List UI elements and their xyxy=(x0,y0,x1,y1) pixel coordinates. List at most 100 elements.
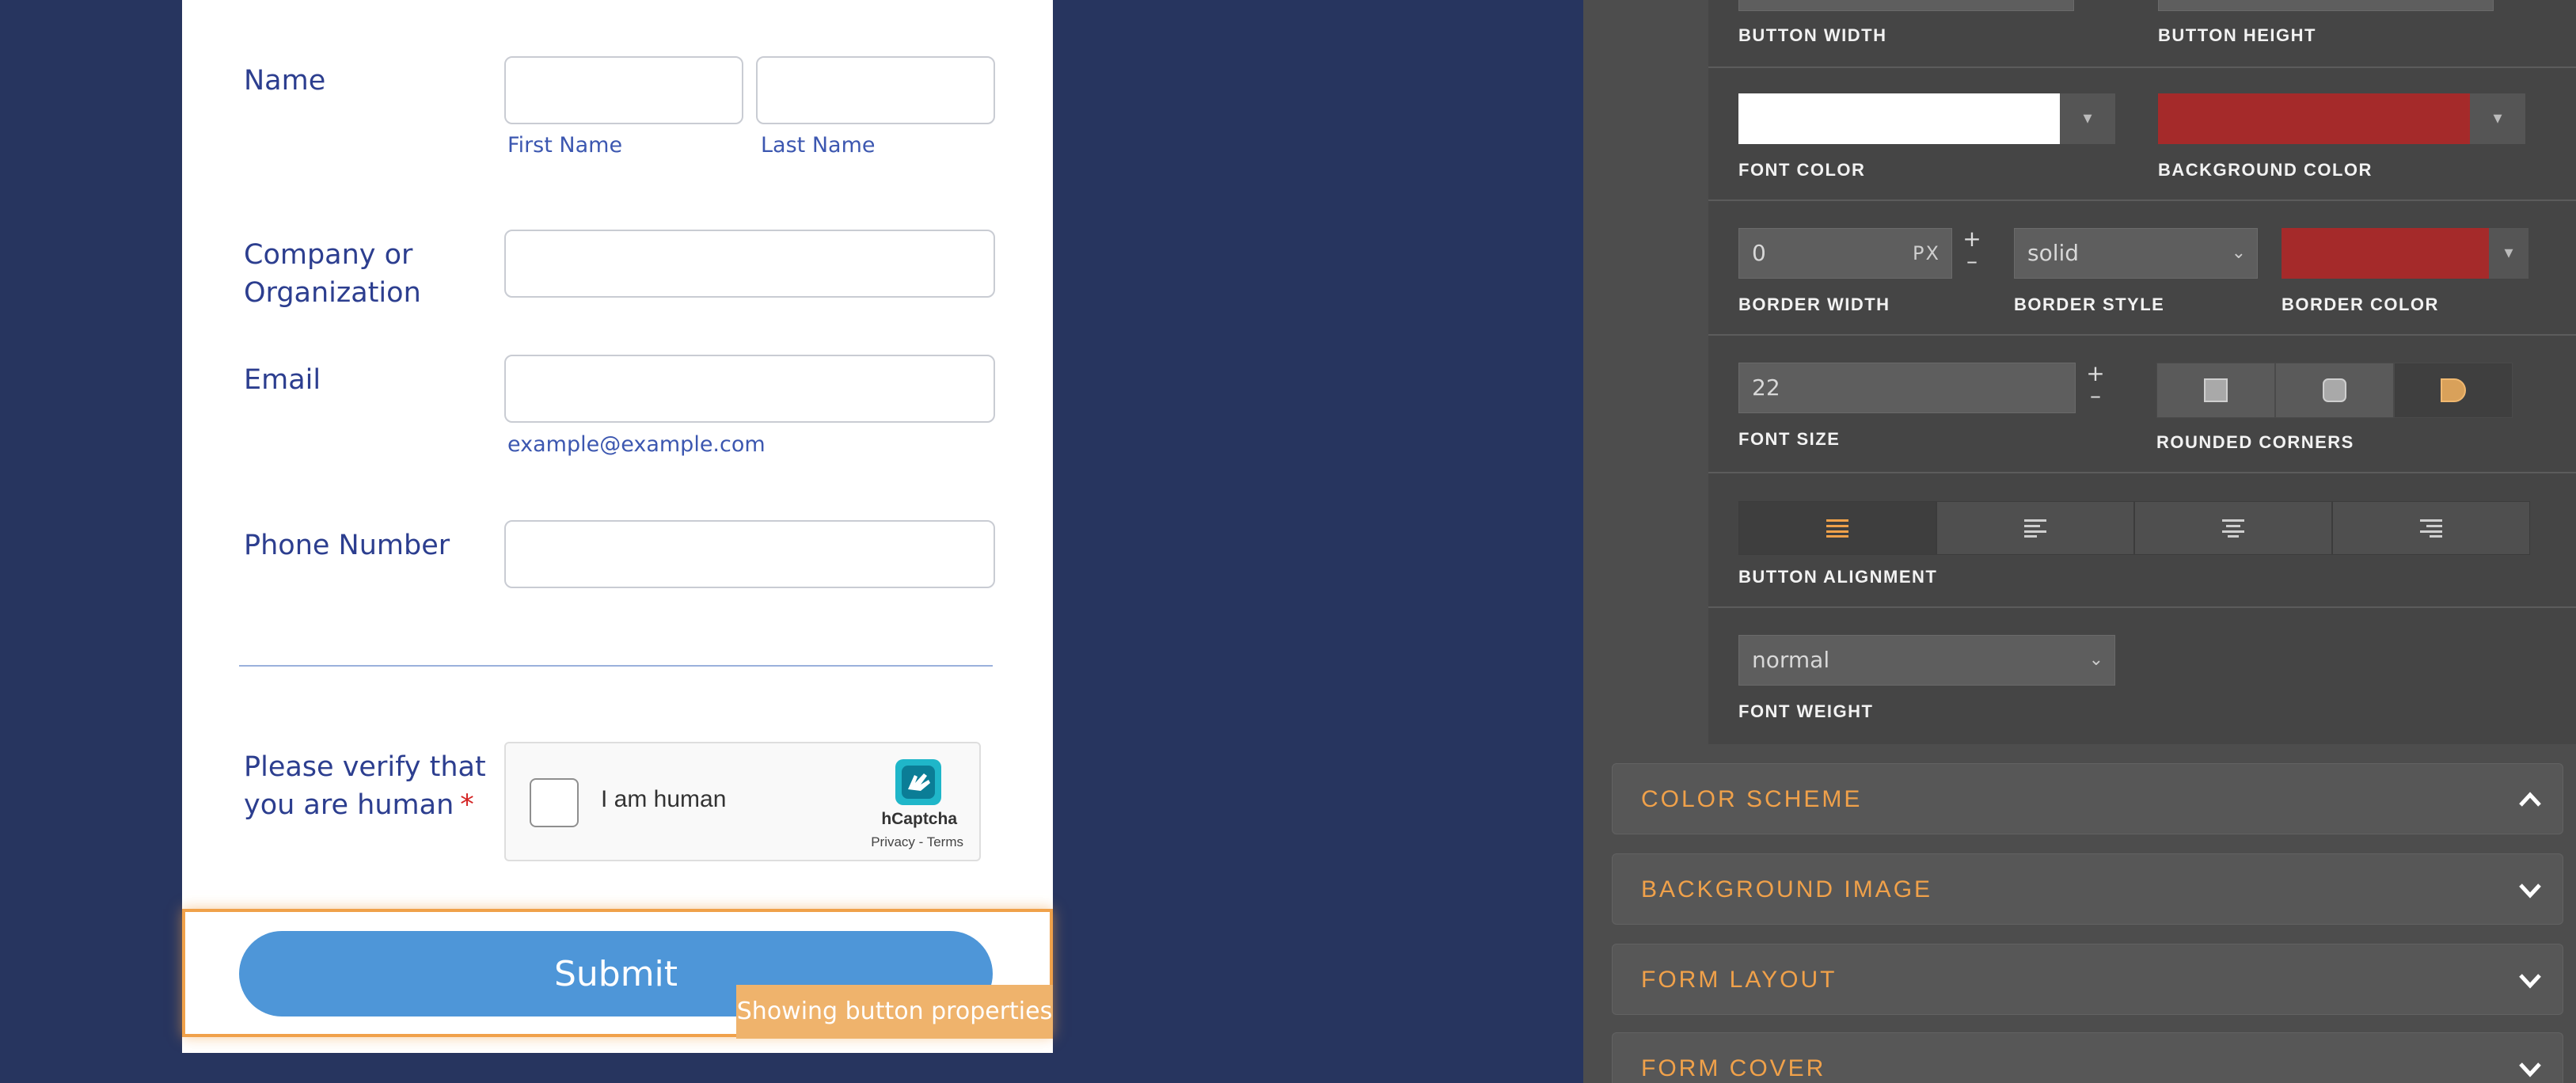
pill-corner-icon xyxy=(2441,378,2466,402)
required-asterisk: * xyxy=(460,789,474,821)
font-size-value: 22 xyxy=(1752,374,1780,401)
row-separator xyxy=(1708,200,2576,201)
font-color-label: FONT COLOR xyxy=(1738,160,1866,180)
align-justify-icon xyxy=(1826,519,1848,538)
row-separator xyxy=(1708,334,2576,336)
company-label-line1: Company or xyxy=(244,239,413,271)
verify-label-line2-text: you are human xyxy=(244,789,454,821)
chevron-down-icon xyxy=(2519,884,2541,899)
section-form-layout[interactable]: FORM LAYOUT xyxy=(1612,944,2563,1015)
align-auto-button[interactable] xyxy=(1738,501,1936,555)
section-background-image[interactable]: BACKGROUND IMAGE xyxy=(1612,853,2563,925)
border-width-value: 0 xyxy=(1752,240,1766,266)
properties-panel: BUTTON WIDTH BUTTON HEIGHT ▾ ▾ FONT COLO… xyxy=(1583,0,2576,1083)
chevron-up-icon xyxy=(2519,792,2541,807)
button-alignment-label: BUTTON ALIGNMENT xyxy=(1738,567,1938,587)
button-height-label: BUTTON HEIGHT xyxy=(2158,25,2316,45)
company-label-line2: Organization xyxy=(244,277,421,309)
first-name-sublabel: First Name xyxy=(507,133,623,158)
border-color-swatch[interactable] xyxy=(2282,228,2489,279)
align-left-icon xyxy=(2024,519,2046,538)
font-weight-label: FONT WEIGHT xyxy=(1738,701,1874,721)
section-form-cover[interactable]: FORM COVER xyxy=(1612,1032,2563,1083)
border-width-label: BORDER WIDTH xyxy=(1738,294,1890,314)
increment-icon[interactable]: + xyxy=(2076,363,2115,385)
font-size-stepper[interactable]: + – xyxy=(2076,363,2115,413)
px-unit-label: PX xyxy=(1913,242,1940,264)
button-properties-tooltip: Showing button properties xyxy=(736,985,1053,1039)
section-title: FORM COVER xyxy=(1641,1055,1826,1081)
form-divider xyxy=(239,665,993,667)
button-properties-group: BUTTON WIDTH BUTTON HEIGHT ▾ ▾ FONT COLO… xyxy=(1708,0,2576,744)
background-color-label: BACKGROUND COLOR xyxy=(2158,160,2373,180)
corner-pill-button[interactable] xyxy=(2394,363,2513,418)
email-label: Email xyxy=(244,364,321,396)
align-right-icon xyxy=(2420,519,2442,538)
chevron-down-icon: ▾ xyxy=(2504,243,2513,263)
company-label: Company or Organization xyxy=(244,236,421,312)
row-separator xyxy=(1708,472,2576,473)
border-style-select[interactable]: solid ⌄ xyxy=(2014,228,2258,279)
first-name-input[interactable] xyxy=(504,56,743,124)
email-sublabel: example@example.com xyxy=(507,432,766,457)
border-style-label: BORDER STYLE xyxy=(2014,294,2165,314)
section-title: COLOR SCHEME xyxy=(1641,786,1863,812)
captcha-checkbox-label: I am human xyxy=(601,786,727,812)
hcaptcha-widget: I am human hCaptcha Privacy - Terms xyxy=(504,742,981,861)
rounded-corner-icon xyxy=(2323,378,2346,402)
captcha-brand: hCaptcha xyxy=(881,810,957,828)
email-input[interactable] xyxy=(504,355,995,423)
button-height-input[interactable] xyxy=(2158,0,2494,11)
chevron-down-icon: ▾ xyxy=(2083,108,2092,128)
border-style-value: solid xyxy=(2027,240,2080,266)
row-separator xyxy=(1708,66,2576,68)
chevron-down-icon: ⌄ xyxy=(2088,650,2103,670)
align-center-button[interactable] xyxy=(2134,501,2332,555)
submit-button-section[interactable]: Submit Showing button properties xyxy=(182,909,1053,1039)
button-width-input[interactable] xyxy=(1738,0,2074,11)
font-color-swatch[interactable] xyxy=(1738,93,2060,144)
verify-label-line1: Please verify that xyxy=(244,751,486,783)
company-input[interactable] xyxy=(504,230,995,298)
chevron-down-icon xyxy=(2519,974,2541,989)
align-right-button[interactable] xyxy=(2332,501,2530,555)
font-size-label: FONT SIZE xyxy=(1738,429,1841,449)
captcha-privacy-terms-links[interactable]: Privacy - Terms xyxy=(871,834,963,850)
chevron-down-icon: ⌄ xyxy=(2231,243,2246,263)
button-width-label: BUTTON WIDTH xyxy=(1738,25,1887,45)
background-color-dropdown[interactable]: ▾ xyxy=(2470,93,2525,144)
border-color-label: BORDER COLOR xyxy=(2282,294,2439,314)
decrement-icon[interactable]: – xyxy=(1952,250,1992,272)
align-center-icon xyxy=(2222,519,2244,538)
font-weight-select[interactable]: normal ⌄ xyxy=(1738,635,2115,686)
verify-label-line2: you are human * xyxy=(244,786,486,824)
phone-label: Phone Number xyxy=(244,530,450,561)
corner-square-button[interactable] xyxy=(2156,363,2275,418)
background-color-swatch[interactable] xyxy=(2158,93,2470,144)
last-name-sublabel: Last Name xyxy=(761,133,876,158)
chevron-down-icon xyxy=(2519,1062,2541,1077)
corner-rounded-button[interactable] xyxy=(2275,363,2394,418)
section-title: BACKGROUND IMAGE xyxy=(1641,876,1933,902)
chevron-down-icon: ▾ xyxy=(2493,108,2502,128)
font-weight-value: normal xyxy=(1752,647,1830,673)
verify-label: Please verify that you are human * xyxy=(244,748,486,824)
font-color-dropdown[interactable]: ▾ xyxy=(2060,93,2115,144)
decrement-icon[interactable]: – xyxy=(2076,385,2115,407)
form-preview-card: Name First Name Last Name Company or Org… xyxy=(182,0,1053,1053)
section-title: FORM LAYOUT xyxy=(1641,967,1837,993)
align-left-button[interactable] xyxy=(1936,501,2134,555)
border-color-dropdown[interactable]: ▾ xyxy=(2489,228,2529,279)
phone-input[interactable] xyxy=(504,520,995,588)
row-separator xyxy=(1708,606,2576,608)
hcaptcha-logo-icon xyxy=(895,759,941,805)
border-width-stepper[interactable]: + – xyxy=(1952,228,1992,279)
name-label: Name xyxy=(244,65,326,97)
captcha-checkbox[interactable] xyxy=(530,778,579,827)
rounded-corners-label: ROUNDED CORNERS xyxy=(2156,432,2354,452)
font-size-input[interactable]: 22 xyxy=(1738,363,2076,413)
last-name-input[interactable] xyxy=(756,56,995,124)
increment-icon[interactable]: + xyxy=(1952,228,1992,250)
section-color-scheme[interactable]: COLOR SCHEME xyxy=(1612,763,2563,834)
square-corner-icon xyxy=(2204,378,2228,402)
